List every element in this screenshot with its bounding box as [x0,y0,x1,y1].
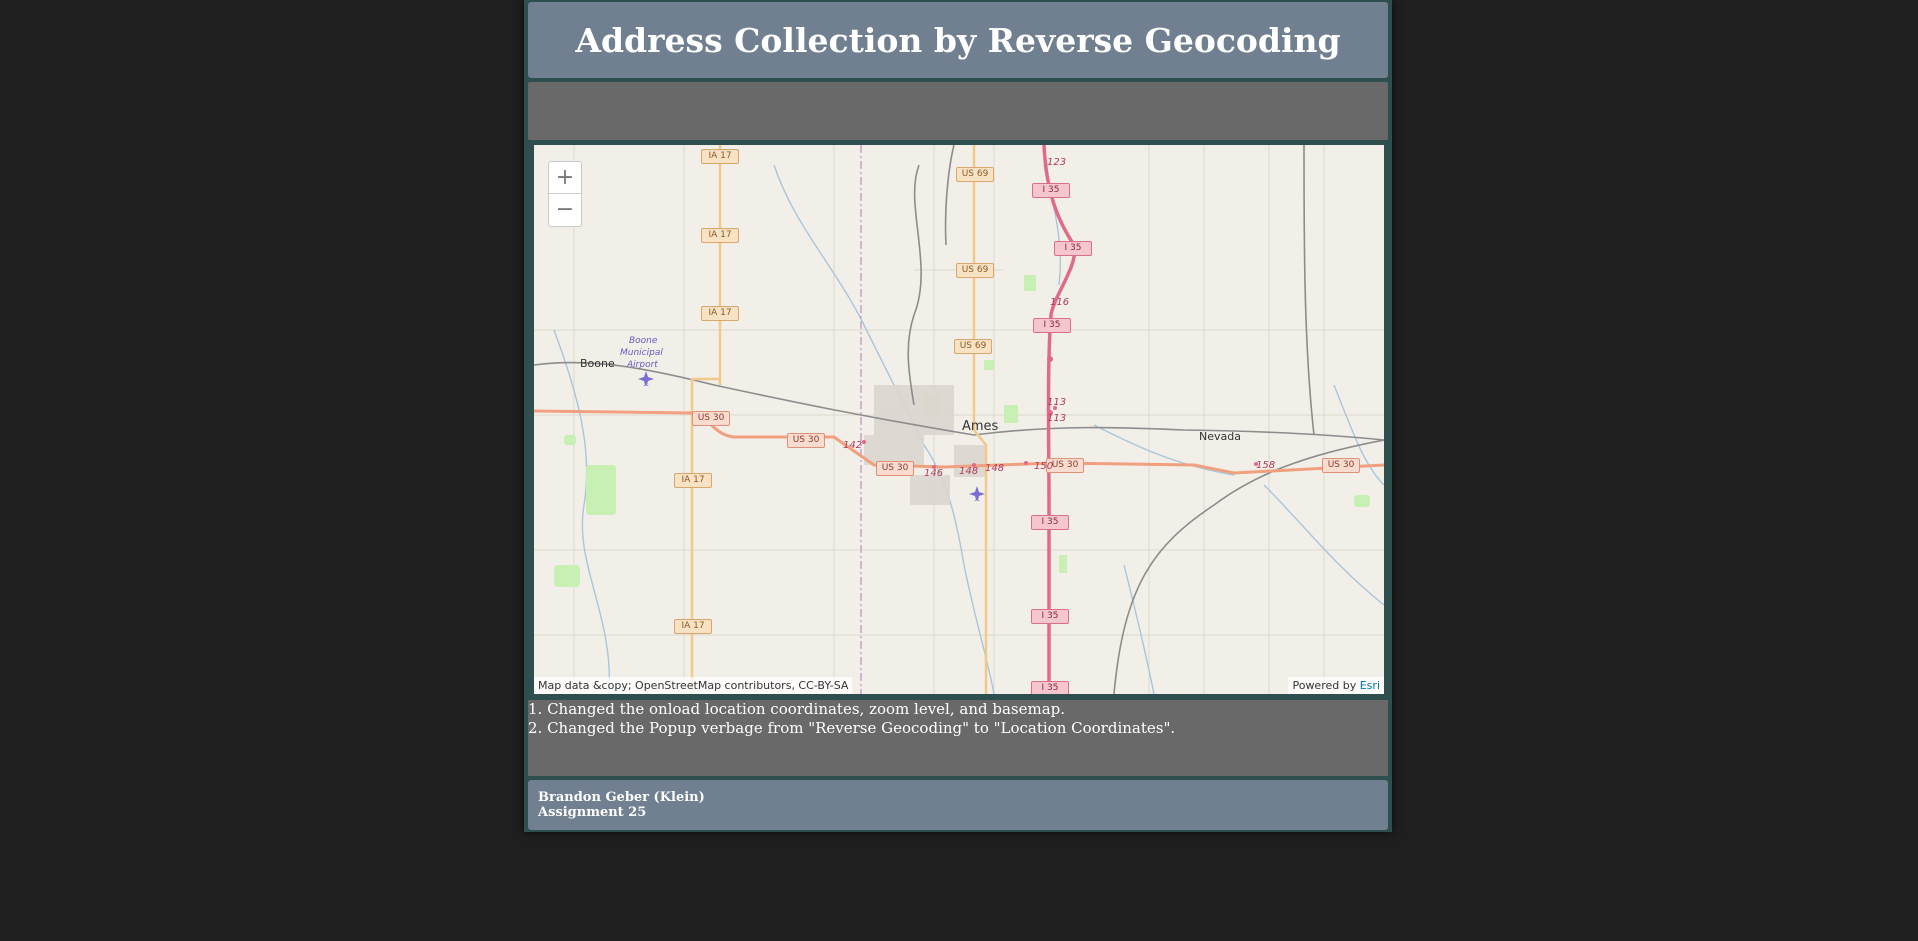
zoom-out-button[interactable]: − [549,194,581,225]
route-shield-ia17: IA 17 [674,473,712,488]
exit-number: 123 [1047,157,1067,168]
exit-number: 150 [1034,461,1054,472]
exit-number: 148 [985,463,1005,474]
airport-label: Municipal [620,348,663,358]
route-shield-us69: US 69 [956,263,994,278]
page-container: Address Collection by Reverse Geocoding [524,0,1392,832]
esri-link[interactable]: Esri [1360,679,1380,692]
basemap-graphic [534,145,1384,694]
exit-number: 113 [1047,397,1067,408]
route-shield-ia17: IA 17 [674,619,712,634]
top-bar [528,82,1388,140]
note-item-1: 1. Changed the onload location coordinat… [528,700,1066,718]
map-view[interactable]: IA 17 IA 17 IA 17 IA 17 IA 17 US 69 US 69 US 69… [534,145,1384,694]
notes-panel: 1. Changed the onload location coordinat… [528,700,1388,776]
route-shield-us30: US 30 [692,411,730,426]
zoom-control: + − [548,161,582,227]
airport-label: Boone [629,336,658,346]
author-name: Brandon Geber (Klein) [538,790,705,805]
route-shield-us69: US 69 [954,339,992,354]
route-shield-us30: US 30 [876,461,914,476]
route-shield-us69: US 69 [956,167,994,182]
note-item-2: 2. Changed the Popup verbage from "Rever… [528,719,1176,737]
zoom-in-button[interactable]: + [549,162,581,194]
place-label-boone: Boone [580,357,615,370]
route-shield-ia17: IA 17 [701,306,739,321]
powered-by-text: Powered by [1292,679,1360,692]
urban-area [864,385,986,505]
route-shield-ia17: IA 17 [701,228,739,243]
route-shield-i35: I 35 [1031,681,1069,694]
place-label-nevada: Nevada [1199,430,1241,443]
route-shield-i35: I 35 [1031,609,1069,624]
exit-number: 113 [1047,413,1067,424]
map-frame: IA 17 IA 17 IA 17 IA 17 IA 17 US 69 US 69 US 69… [528,142,1388,697]
esri-attribution: Powered by Esri [1288,677,1384,694]
map-attribution: Map data &copy; OpenStreetMap contributo… [534,677,853,694]
route-shield-ia17: IA 17 [701,149,739,164]
route-shield-i35: I 35 [1054,241,1092,256]
route-shield-i35: I 35 [1033,318,1071,333]
exit-number: 116 [1050,297,1070,308]
page-title: Address Collection by Reverse Geocoding [575,20,1341,60]
place-label-ames: Ames [962,419,999,434]
assignment-label: Assignment 25 [538,805,647,820]
route-shield-i35: I 35 [1032,183,1070,198]
minor-roads [534,145,1384,694]
route-shield-us30: US 30 [787,433,825,448]
airport-label: Airport [627,360,658,370]
exit-number: 142 [843,440,863,451]
route-shield-i35: I 35 [1031,515,1069,530]
route-shield-us30: US 30 [1322,458,1360,473]
exit-number: 146 [924,468,944,479]
exit-number: 148 [959,466,979,477]
page-header: Address Collection by Reverse Geocoding [528,2,1388,78]
railroads [534,145,1384,694]
page-footer: Brandon Geber (Klein) Assignment 25 [528,780,1388,830]
exit-number: 158 [1256,460,1276,471]
